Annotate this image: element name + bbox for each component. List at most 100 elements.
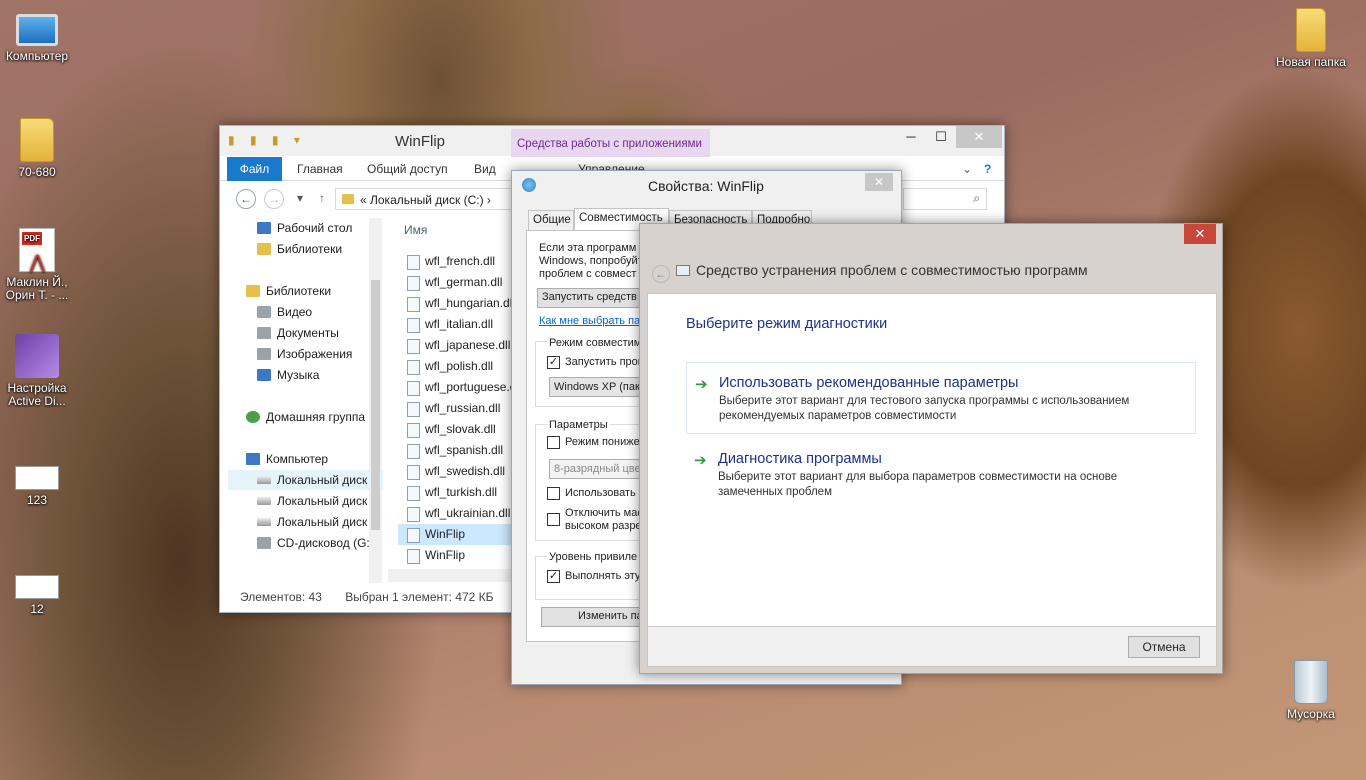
file-item-selected[interactable]: WinFlip: [398, 524, 513, 545]
dpi-scaling-checkbox[interactable]: [547, 513, 560, 526]
desktop-icon-70-680[interactable]: 70-680: [0, 118, 74, 179]
file-item[interactable]: wfl_portuguese.dll: [398, 377, 513, 398]
compat-mode-group-label: Режим совместим: [547, 337, 644, 349]
desktop-icon-computer[interactable]: Компьютер: [0, 8, 74, 63]
desktop-icon-123[interactable]: 123: [0, 452, 74, 507]
troubleshooter-window: ✕ ← Средство устранения проблем с совмест…: [639, 223, 1223, 674]
resolution-checkbox[interactable]: [547, 487, 560, 500]
file-item[interactable]: wfl_italian.dll: [398, 314, 513, 335]
run-as-admin-label: Выполнять эту: [565, 570, 641, 582]
dpi-scaling-label-2: высоком разре: [565, 520, 642, 532]
tab-home[interactable]: Главная: [285, 157, 355, 181]
nav-scrollbar[interactable]: [369, 218, 382, 583]
diagnostic-mode-question: Выберите режим диагностики: [686, 316, 888, 332]
green-arrow-icon: ➔: [694, 452, 707, 469]
navigation-pane: Рабочий стол Библиотеки Библиотеки Видео…: [228, 218, 383, 583]
file-list-hscrollbar[interactable]: [388, 569, 513, 582]
nav-item-libraries[interactable]: Библиотеки: [257, 239, 342, 259]
properties-close-button[interactable]: ✕: [865, 173, 893, 191]
drive-icon: [257, 497, 271, 505]
file-item[interactable]: WinFlip: [398, 545, 513, 566]
desktop-icon-recycle-bin[interactable]: Мусорка: [1274, 660, 1348, 721]
nav-item-desktop[interactable]: Рабочий стол: [257, 218, 352, 238]
cancel-button[interactable]: Отмена: [1128, 636, 1200, 658]
tab-view[interactable]: Вид: [462, 157, 508, 181]
recent-dropdown[interactable]: ▾: [290, 189, 310, 209]
run-as-admin-checkbox[interactable]: ✓: [547, 570, 560, 583]
params-group-label: Параметры: [547, 419, 610, 431]
search-icon: ⌕: [973, 191, 980, 205]
desktop-icon-label: 123: [26, 493, 48, 507]
file-item[interactable]: wfl_russian.dll: [398, 398, 513, 419]
desktop-icon-label: Компьютер: [5, 49, 69, 63]
option-description: Выберите этот вариант для тестового запу…: [719, 395, 1130, 422]
file-item[interactable]: wfl_french.dll: [398, 251, 513, 272]
quick-access-toolbar[interactable]: ▮ ▮ ▮ ▾: [228, 133, 306, 147]
status-selected: Выбран 1 элемент: 472 КБ: [345, 590, 494, 604]
file-item[interactable]: wfl_ukrainian.dll: [398, 503, 513, 524]
file-item[interactable]: wfl_japanese.dll: [398, 335, 513, 356]
nav-item-cd-drive[interactable]: CD-дисковод (G:: [257, 533, 370, 553]
search-box[interactable]: ⌕: [903, 188, 987, 210]
nav-item-homegroup[interactable]: Домашняя группа: [246, 407, 365, 427]
tab-share[interactable]: Общий доступ: [355, 157, 460, 181]
nav-item-music[interactable]: Музыка: [257, 365, 319, 385]
desktop-icon-12[interactable]: 12: [0, 561, 74, 616]
desktop-icon-active-directory[interactable]: Настройка Active Di...: [0, 334, 74, 408]
desktop-icon-label: 12: [30, 602, 44, 616]
help-choose-link[interactable]: Как мне выбрать па: [539, 315, 640, 327]
minimize-button[interactable]: ─: [896, 126, 926, 148]
nav-item-video[interactable]: Видео: [257, 302, 312, 322]
troubleshooter-title: Средство устранения проблем с совместимо…: [696, 262, 1088, 278]
file-item[interactable]: wfl_hungarian.dll: [398, 293, 513, 314]
libraries-icon: [257, 243, 271, 255]
nav-item-local-disk-c[interactable]: Локальный диск: [228, 470, 383, 490]
nav-item-local-disk-e[interactable]: Локальный диск: [257, 512, 367, 532]
troubleshooter-close-button[interactable]: ✕: [1184, 224, 1216, 244]
nav-item-libraries-root[interactable]: Библиотеки: [246, 281, 331, 301]
address-path: « Локальный диск (C:) ›: [360, 193, 491, 207]
forward-button[interactable]: →: [264, 189, 284, 209]
reduced-color-checkbox[interactable]: [547, 436, 560, 449]
up-button[interactable]: ↑: [312, 189, 332, 209]
file-item[interactable]: wfl_spanish.dll: [398, 440, 513, 461]
help-icon[interactable]: ?: [972, 157, 1003, 181]
pdf-icon: [19, 228, 55, 272]
computer-icon: [246, 453, 260, 465]
nav-item-local-disk-d[interactable]: Локальный диск: [257, 491, 367, 511]
nav-item-pictures[interactable]: Изображения: [257, 344, 352, 364]
properties-titlebar: Свойства: WinFlip ✕: [512, 171, 901, 199]
address-field[interactable]: « Локальный диск (C:) ›: [335, 188, 515, 210]
document-icon: [15, 575, 59, 599]
desktop-icon-new-folder[interactable]: Новая папка: [1274, 8, 1348, 69]
close-button[interactable]: ✕: [956, 126, 1002, 148]
reduced-color-label: Режим пониже: [565, 436, 640, 448]
column-header-name[interactable]: Имя: [404, 223, 427, 237]
back-button[interactable]: ←: [236, 189, 256, 209]
tab-general[interactable]: Общие: [528, 210, 574, 230]
option-troubleshoot-program[interactable]: ➔ Диагностика программы Выберите этот ва…: [686, 439, 1196, 511]
option-description: Выберите этот вариант для выбора парамет…: [718, 471, 1118, 498]
run-compat-checkbox[interactable]: ✓: [547, 356, 560, 369]
dpi-scaling-label-1: Отключить мас: [565, 507, 643, 519]
explorer-titlebar: ▮ ▮ ▮ ▾ WinFlip Средства работы с прилож…: [220, 126, 1004, 157]
nav-item-computer[interactable]: Компьютер: [246, 449, 328, 469]
file-item[interactable]: wfl_german.dll: [398, 272, 513, 293]
file-item[interactable]: wfl_turkish.dll: [398, 482, 513, 503]
desktop-icon-maclin-pdf[interactable]: Маклин Й., Орин Т. - ...: [0, 228, 74, 302]
tab-file[interactable]: Файл: [227, 157, 282, 181]
run-compat-label: Запустить прог: [565, 356, 642, 368]
nav-scrollbar-thumb[interactable]: [371, 280, 380, 530]
file-item[interactable]: wfl_polish.dll: [398, 356, 513, 377]
option-recommended-settings[interactable]: ➔ Использовать рекомендованные параметры…: [686, 362, 1196, 434]
file-item[interactable]: wfl_swedish.dll: [398, 461, 513, 482]
back-arrow-icon[interactable]: ←: [652, 265, 670, 283]
drive-icon: [257, 476, 271, 484]
file-item[interactable]: wfl_slovak.dll: [398, 419, 513, 440]
maximize-button[interactable]: ☐: [926, 126, 956, 148]
status-item-count: Элементов: 43: [240, 590, 322, 604]
green-arrow-icon: ➔: [695, 376, 708, 393]
intro-text-2: Windows, попробуйт: [539, 255, 643, 267]
nav-item-documents[interactable]: Документы: [257, 323, 339, 343]
app-tools-contextual-tab[interactable]: Средства работы с приложениями: [511, 129, 710, 157]
